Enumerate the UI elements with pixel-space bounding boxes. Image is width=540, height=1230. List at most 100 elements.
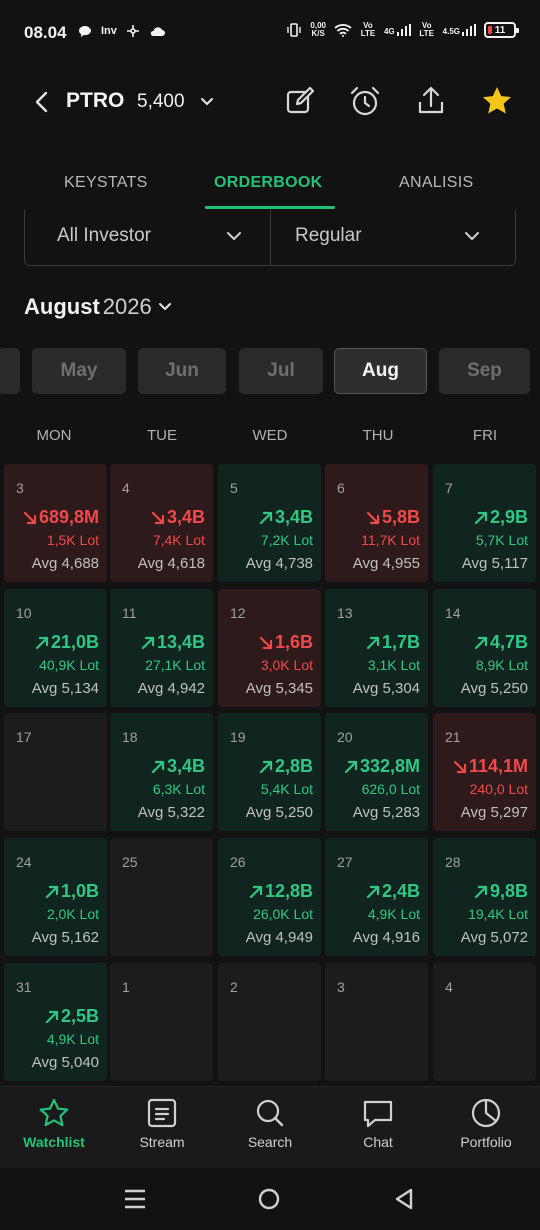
net-value-text: 2,8B [274, 756, 313, 776]
day-number: 3 [16, 480, 24, 496]
calendar-day-cell[interactable]: 2 [218, 963, 321, 1081]
calendar-day-cell[interactable]: 28 9,8B 19,4K Lot Avg 5,072 [433, 838, 536, 956]
calendar-day-cell[interactable]: 7 2,9B 5,7K Lot Avg 5,117 [433, 464, 536, 582]
share-icon[interactable] [414, 84, 448, 118]
month-pill-jul[interactable]: Jul [239, 348, 323, 394]
alarm-icon[interactable] [348, 84, 382, 118]
average-price: Avg 5,250 [245, 804, 313, 821]
home-icon[interactable] [258, 1188, 280, 1210]
nav-portfolio[interactable]: Portfolio [436, 1097, 536, 1150]
calendar-day-cell[interactable]: 5 3,4B 7,2K Lot Avg 4,738 [218, 464, 321, 582]
chevron-down-icon[interactable] [463, 227, 481, 245]
calendar-day-cell[interactable]: 4 3,4B 7,4K Lot Avg 4,618 [110, 464, 213, 582]
calendar-day-cell[interactable]: 14 4,7B 8,9K Lot Avg 5,250 [433, 589, 536, 707]
favorite-star-icon[interactable] [480, 84, 514, 118]
tab-analisis[interactable]: ANALISIS [399, 174, 473, 192]
arrow-up-right-icon [45, 885, 59, 898]
net-value-text: 332,8M [359, 756, 420, 776]
chat-icon [363, 1100, 393, 1128]
active-tab-indicator [205, 206, 335, 209]
day-number: 31 [16, 979, 32, 995]
tab-keystats[interactable]: KEYSTATS [64, 174, 148, 192]
chevron-down-icon[interactable] [225, 227, 243, 245]
calendar-day-cell[interactable]: 3 689,8M 1,5K Lot Avg 4,688 [4, 464, 107, 582]
back-nav-icon[interactable] [394, 1188, 414, 1210]
day-number: 7 [445, 480, 453, 496]
arrow-up-right-icon [141, 636, 155, 649]
net-value-text: 114,1M [468, 756, 528, 776]
average-price: Avg 5,297 [460, 804, 528, 821]
weekday-tue: TUE [147, 427, 177, 444]
arrow-down-right-icon [453, 760, 467, 773]
arrow-up-right-icon [259, 760, 273, 773]
recents-icon[interactable] [124, 1189, 146, 1209]
calendar-day-cell[interactable]: 4 [433, 963, 536, 1081]
tab-orderbook[interactable]: ORDERBOOK [214, 174, 322, 192]
net-value-text: 2,9B [489, 507, 528, 527]
nav-stream[interactable]: Stream [112, 1097, 212, 1150]
sim2-signal-icon: 4.5G [443, 24, 476, 36]
net-value: 114,1M [453, 756, 528, 777]
arrow-up-right-icon [474, 636, 488, 649]
net-value-text: 689,8M [38, 507, 99, 527]
day-number: 3 [337, 979, 345, 995]
nav-search[interactable]: Search [220, 1097, 320, 1150]
net-value-text: 12,8B [264, 881, 313, 901]
day-number: 19 [230, 729, 246, 745]
day-number: 27 [337, 854, 353, 870]
lot-volume: 5,4K Lot [260, 781, 313, 797]
day-number: 1 [122, 979, 130, 995]
sim1-volte: Vo LTE [360, 21, 376, 38]
weekday-fri: FRI [472, 427, 498, 444]
ticker-symbol[interactable]: PTRO [66, 89, 124, 113]
calendar-day-cell[interactable]: 6 5,8B 11,7K Lot Avg 4,955 [325, 464, 428, 582]
calendar-day-cell[interactable]: 27 2,4B 4,9K Lot Avg 4,916 [325, 838, 428, 956]
month-pill-prev[interactable] [0, 348, 20, 394]
calendar-day-cell[interactable]: 1 [110, 963, 213, 1081]
net-value-text: 2,5B [60, 1006, 99, 1026]
star-icon [39, 1098, 69, 1127]
calendar-day-cell[interactable]: 19 2,8B 5,4K Lot Avg 5,250 [218, 713, 321, 831]
calendar-day-cell[interactable]: 3 [325, 963, 428, 1081]
day-number: 28 [445, 854, 461, 870]
stock-price[interactable]: 5,400 [137, 91, 185, 113]
nav-chat[interactable]: Chat [328, 1097, 428, 1150]
month-pill-sep[interactable]: Sep [439, 348, 530, 394]
wifi-icon [334, 24, 352, 37]
lot-volume: 2,0K Lot [46, 906, 99, 922]
calendar-day-cell[interactable]: 24 1,0B 2,0K Lot Avg 5,162 [4, 838, 107, 956]
calendar-day-cell[interactable]: 12 1,6B 3,0K Lot Avg 5,345 [218, 589, 321, 707]
market-select[interactable]: Regular [295, 225, 362, 247]
chevron-down-icon [158, 303, 171, 310]
back-arrow-icon[interactable] [32, 90, 54, 114]
period-selector[interactable]: August 2026 [24, 294, 173, 320]
chevron-down-icon[interactable] [199, 93, 215, 109]
net-value: 3,4B [259, 507, 313, 528]
calendar-day-cell[interactable]: 17 [4, 713, 107, 831]
stream-icon [147, 1098, 177, 1128]
month-pill-jun[interactable]: Jun [138, 348, 226, 394]
filter-bar: All Investor Regular [24, 210, 516, 266]
arrow-up-right-icon [366, 636, 380, 649]
investor-select[interactable]: All Investor [57, 225, 151, 247]
status-bar: 08.04 Inv 0,00 K/S Vo LTE 4G Vo LTE 4.5G… [0, 0, 540, 66]
day-number: 14 [445, 605, 461, 621]
average-price: Avg 4,949 [245, 929, 313, 946]
nav-watchlist[interactable]: Watchlist [4, 1097, 104, 1150]
net-value: 2,8B [259, 756, 313, 777]
calendar-day-cell[interactable]: 31 2,5B 4,9K Lot Avg 5,040 [4, 963, 107, 1081]
calendar-day-cell[interactable]: 20 332,8M 626,0 Lot Avg 5,283 [325, 713, 428, 831]
month-pill-may[interactable]: May [32, 348, 126, 394]
calendar-day-cell[interactable]: 13 1,7B 3,1K Lot Avg 5,304 [325, 589, 428, 707]
edit-icon[interactable] [283, 84, 317, 118]
day-number: 5 [230, 480, 238, 496]
calendar-day-cell[interactable]: 21 114,1M 240,0 Lot Avg 5,297 [433, 713, 536, 831]
calendar-day-cell[interactable]: 10 21,0B 40,9K Lot Avg 5,134 [4, 589, 107, 707]
calendar-day-cell[interactable]: 26 12,8B 26,0K Lot Avg 4,949 [218, 838, 321, 956]
month-pill-aug[interactable]: Aug [334, 348, 427, 394]
net-value: 3,4B [151, 507, 205, 528]
calendar-day-cell[interactable]: 11 13,4B 27,1K Lot Avg 4,942 [110, 589, 213, 707]
net-value: 2,4B [366, 881, 420, 902]
calendar-day-cell[interactable]: 18 3,4B 6,3K Lot Avg 5,322 [110, 713, 213, 831]
calendar-day-cell[interactable]: 25 [110, 838, 213, 956]
